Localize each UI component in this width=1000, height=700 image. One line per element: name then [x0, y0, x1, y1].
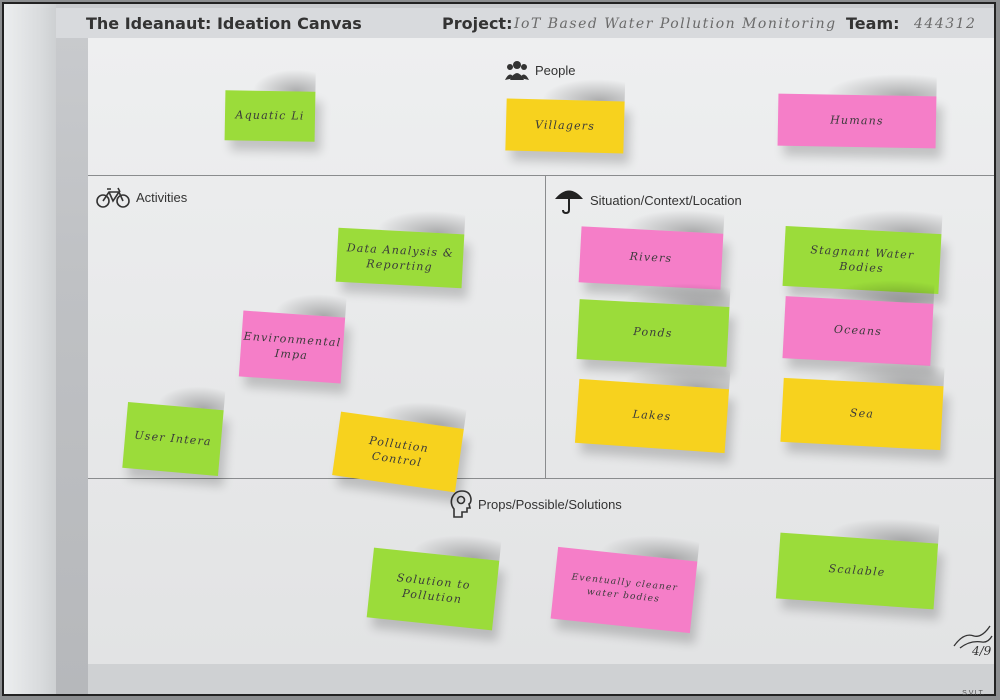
sticky-note: Villagers	[505, 98, 625, 154]
umbrella-icon	[554, 186, 584, 214]
signature: 4/9	[952, 622, 994, 667]
section-people-label: People	[535, 62, 576, 78]
divider-vertical	[545, 175, 546, 478]
sticky-note: Solution to Pollution	[366, 547, 500, 631]
sticky-note: Environmental Impa	[238, 310, 346, 384]
sticky-note: Lakes	[574, 378, 730, 454]
sticky-note: Ponds	[576, 299, 730, 367]
sticky-note: Eventually cleaner water bodies	[550, 546, 698, 634]
section-activities-label: Activities	[136, 189, 188, 205]
left-margin-strip	[4, 4, 56, 694]
team-value: 444312	[914, 16, 977, 32]
project-label: Project:	[442, 14, 513, 33]
sticky-note: Pollution Control	[332, 411, 464, 493]
section-activities: Activities	[96, 186, 187, 208]
footer-mark: S.V.I.T.	[962, 690, 984, 697]
sticky-note: User Intera	[122, 401, 224, 477]
team-label: Team:	[846, 14, 900, 33]
section-situation-label: Situation/Context/Location	[590, 192, 742, 208]
people-icon	[505, 60, 529, 80]
section-props-label: Props/Possible/Solutions	[478, 496, 622, 512]
canvas-title: The Ideanaut: Ideation Canvas	[86, 14, 362, 33]
sticky-note: Humans	[777, 93, 937, 149]
divider-people	[88, 175, 994, 176]
head-gears-icon	[450, 490, 472, 518]
sticky-note: Oceans	[782, 296, 934, 366]
sticky-note: Sea	[780, 377, 944, 451]
canvas-board: People Activities Situation/Context/Loca…	[88, 38, 994, 664]
canvas-footer	[88, 664, 994, 694]
sticky-note: Aquatic Li	[224, 90, 316, 142]
canvas-photo: The Ideanaut: Ideation Canvas Project: I…	[2, 2, 996, 696]
sticky-note: Scalable	[775, 532, 939, 610]
section-props: Props/Possible/Solutions	[450, 490, 622, 518]
project-value: IoT Based Water Pollution Monitoring	[514, 16, 837, 32]
bicycle-icon	[96, 186, 130, 208]
divider-props	[88, 478, 994, 479]
signature-date: 4/9	[972, 644, 992, 658]
canvas-header: The Ideanaut: Ideation Canvas Project: I…	[56, 8, 994, 38]
sticky-note: Data Analysis & Reporting	[335, 227, 465, 289]
